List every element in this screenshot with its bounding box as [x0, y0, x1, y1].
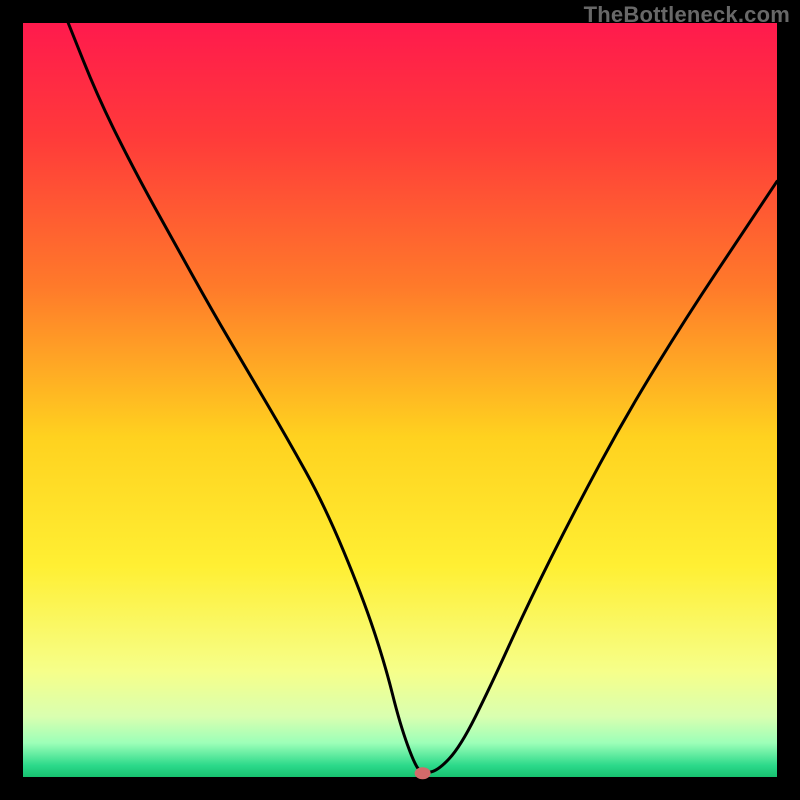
chart-frame: { "watermark": "TheBottleneck.com", "plo… — [0, 0, 800, 800]
plot-background — [23, 23, 777, 777]
minimum-marker — [415, 767, 431, 779]
bottleneck-chart — [0, 0, 800, 800]
watermark-text: TheBottleneck.com — [584, 2, 790, 28]
